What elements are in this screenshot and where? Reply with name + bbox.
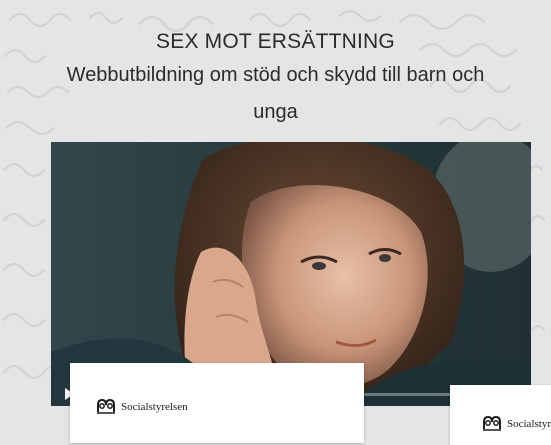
partner-card[interactable]: Socialstyrelsen [70,363,364,443]
socialstyrelsen-logo: Socialstyrelsen [96,399,188,414]
logo-wordmark: Socialstyre [507,417,551,430]
partner-card-secondary[interactable]: Socialstyre [450,385,551,445]
socialstyrelsen-emblem-icon [97,399,115,414]
page-subtitle-line-2: unga [253,101,298,123]
page-subtitle-line-1: Webbutbildning om stöd och skydd till ba… [66,64,485,86]
socialstyrelsen-emblem-icon [483,416,501,431]
socialstyrelsen-logo-secondary: Socialstyre [482,416,551,431]
logo-wordmark: Socialstyrelsen [121,400,188,413]
page-title: SEX MOT ERSÄTTNING [156,30,395,53]
